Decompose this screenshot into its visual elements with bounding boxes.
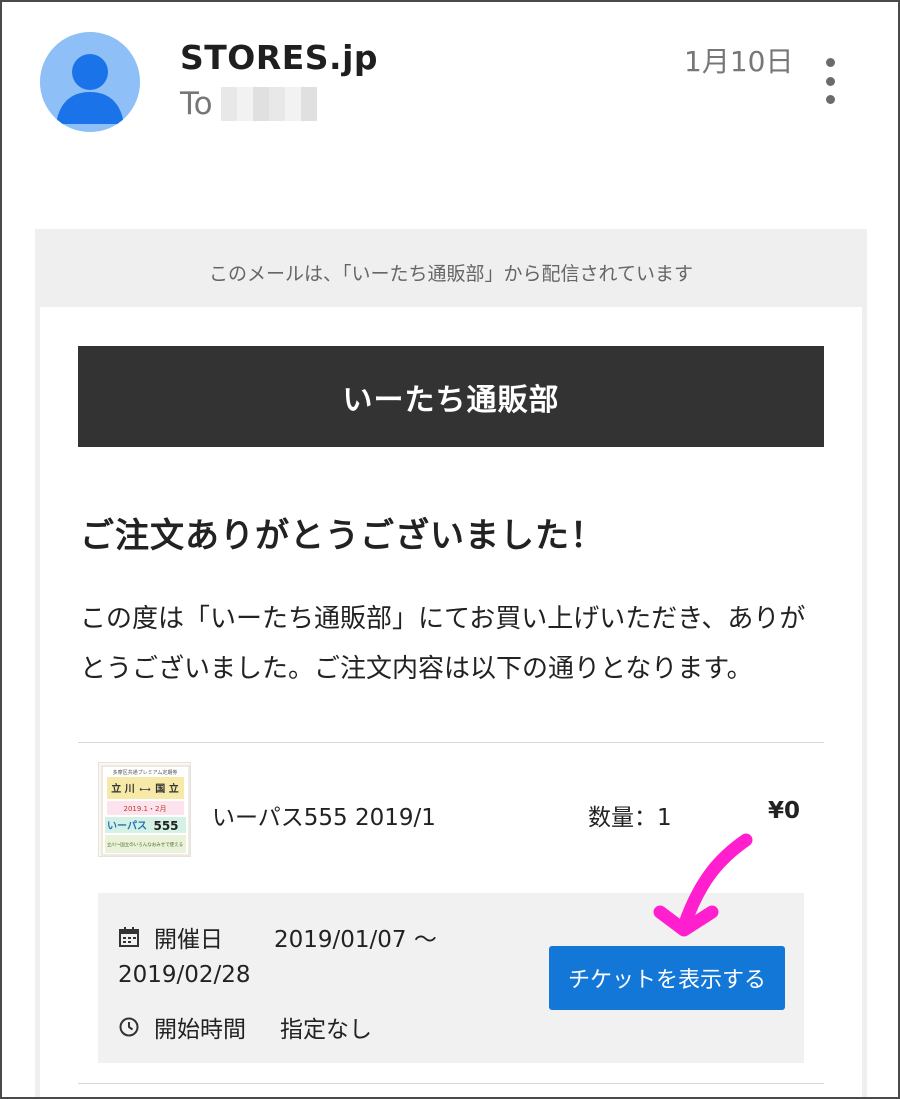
clock-icon (118, 1016, 140, 1038)
show-ticket-button[interactable]: チケットを表示する (549, 946, 785, 1010)
redacted-recipient (220, 87, 317, 121)
event-date-value: 2019/01/07 〜 (274, 927, 437, 953)
dot (825, 95, 835, 104)
thumb-brand: いーパス (107, 820, 147, 832)
intro-paragraph: この度は「いーたち通販部」にてお買い上げいただき、ありがとうございました。ご注文… (80, 604, 806, 684)
dot (825, 58, 835, 67)
sender-notice: このメールは、「いーたち通販部」から配信されています (209, 263, 693, 285)
dot (825, 76, 835, 86)
thanks-heading: ご注文ありがとうございました！ (80, 516, 605, 556)
thumb-dates: 2019.1・2月 (124, 805, 167, 813)
product-name[interactable]: いーパス555 2019/1 (212, 798, 436, 832)
thumb-route-to: 国 立 (155, 782, 178, 795)
calendar-icon (118, 926, 140, 948)
event-date-row: 開催日 (118, 920, 223, 954)
thumb-footer: 立川〜国立のいろんなおみせで使える (107, 841, 183, 848)
product-thumbnail[interactable]: 多摩区共通プレミアム定期券 立 川 ⟷ 国 立 2019.1・2月 いーパス 5… (98, 762, 191, 857)
sender-avatar[interactable] (40, 32, 140, 132)
event-date-end: 2019/02/28 (118, 962, 251, 988)
product-price: ¥0 (768, 798, 801, 824)
email-date: 1月10日 (684, 45, 794, 78)
divider (78, 742, 824, 743)
recipient-row[interactable]: To (180, 86, 317, 122)
thumb-top-text: 多摩区共通プレミアム定期券 (113, 769, 178, 776)
thumb-brand-accent: 555 (153, 819, 178, 833)
start-time-row: 開始時間 (118, 1010, 246, 1044)
start-time-label: 開始時間 (154, 1017, 246, 1043)
shop-name-header[interactable]: いーたち通販部 (78, 346, 824, 447)
thumb-route-from: 立 川 (111, 782, 134, 795)
more-options-icon[interactable] (818, 58, 842, 104)
to-label: To (180, 86, 213, 122)
start-time-value: 指定なし (280, 1017, 372, 1043)
svg-text:⟷: ⟷ (139, 785, 151, 794)
person-icon (40, 32, 140, 132)
product-quantity: 数量：1 (588, 805, 672, 831)
divider (78, 1083, 824, 1084)
sender-name[interactable]: STORES.jp (180, 38, 378, 77)
event-date-label: 開催日 (154, 927, 223, 953)
